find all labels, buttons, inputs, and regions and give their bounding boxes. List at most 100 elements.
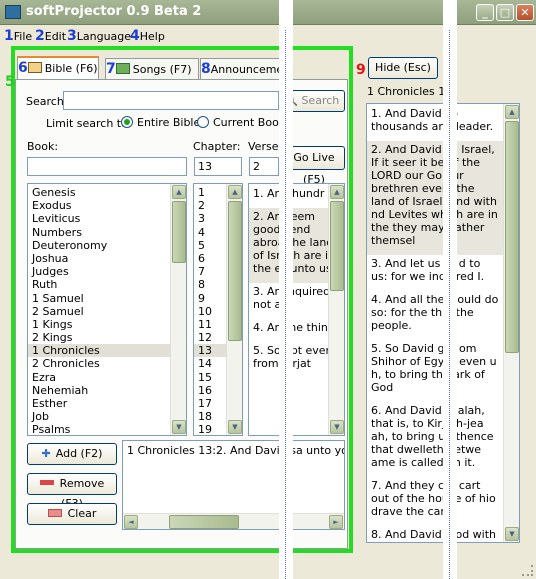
tab-announcements[interactable]: 8Announcemen xyxy=(200,58,282,79)
book-list-item[interactable]: Esther xyxy=(28,397,186,410)
annotation-number: 8 xyxy=(201,61,211,77)
book-input[interactable] xyxy=(27,157,187,176)
image-splice-strip xyxy=(279,0,293,579)
scroll-up-icon[interactable]: ▲ xyxy=(505,105,519,119)
radio-unchecked-icon xyxy=(197,116,209,128)
live-verse-scrollbar[interactable]: ▲ ▼ xyxy=(503,104,519,542)
chapter-list-scrollbar[interactable]: ▲ ▼ xyxy=(226,184,242,435)
minimize-button[interactable]: _ xyxy=(476,4,494,21)
live-verse-item[interactable]: 8. And David a od with all their might .… xyxy=(367,526,503,542)
annotation-number: 1 xyxy=(4,28,14,44)
menu-help-label: Help xyxy=(139,30,165,43)
scroll-up-icon[interactable]: ▲ xyxy=(330,185,344,199)
annotation-number: 3 xyxy=(67,28,77,44)
remove-button[interactable]: Remove (F3) xyxy=(27,473,117,510)
scroll-down-icon[interactable]: ▼ xyxy=(172,420,186,434)
hide-button[interactable]: Hide (Esc) xyxy=(368,57,438,79)
verse-preview-scrollbar[interactable]: ▲ ▼ xyxy=(328,184,344,435)
playlist-scrollbar[interactable]: ◄ ► xyxy=(123,513,344,529)
book-list-item[interactable]: Numbers xyxy=(28,226,186,239)
annotation-number: 4 xyxy=(130,28,140,44)
tab-announcements-label: Announcemen xyxy=(210,63,281,76)
scroll-left-icon[interactable]: ◄ xyxy=(124,515,138,529)
tab-bible[interactable]: 6 Bible (F6) xyxy=(17,56,99,79)
scroll-right-icon[interactable]: ► xyxy=(329,515,343,529)
book-list-item[interactable]: Exodus xyxy=(28,199,186,212)
live-verse-item[interactable]: 5. So David gat om Shihor of Egypt even … xyxy=(367,340,503,402)
chapter-label: Chapter: xyxy=(193,140,241,153)
image-splice-strip xyxy=(443,0,457,579)
menu-language[interactable]: 3Language xyxy=(67,28,131,44)
resize-grip[interactable] xyxy=(522,565,533,576)
book-list-item[interactable]: 2 Chronicles xyxy=(28,357,186,370)
menu-edit-label: Edit xyxy=(44,30,67,43)
book-list-item[interactable]: Genesis xyxy=(28,186,186,199)
menu-file-label: File xyxy=(13,30,33,43)
verse-preview-list[interactable]: 1. And hundr 2. An seem good send abroa t… xyxy=(248,183,345,436)
menu-help[interactable]: 4Help xyxy=(130,28,165,44)
book-list-item[interactable]: Psalms xyxy=(28,423,186,435)
clear-button[interactable]: Clear xyxy=(27,503,117,525)
menu-file[interactable]: 1File xyxy=(4,28,32,44)
scroll-thumb[interactable] xyxy=(505,121,519,353)
limit-search-label: Limit search to: xyxy=(46,117,132,130)
live-verse-item[interactable]: 1. And David co thousands and leader. xyxy=(367,105,503,141)
book-icon xyxy=(27,62,42,73)
chapter-list[interactable]: 1 2 3 4 5 6 7 8 9 10 11 12 13 14 15 16 17 18 19 ▲ ▼ xyxy=(193,183,243,436)
book-list-item[interactable]: 2 Kings xyxy=(28,331,186,344)
clear-button-label: Clear xyxy=(67,507,97,520)
book-list-item[interactable]: Judges xyxy=(28,265,186,278)
book-list-item[interactable]: Ruth xyxy=(28,278,186,291)
scroll-down-icon[interactable]: ▼ xyxy=(505,527,519,541)
book-list-item[interactable]: Leviticus xyxy=(28,212,186,225)
current-book-label: Current Book xyxy=(213,116,286,129)
book-list[interactable]: Genesis Exodus Leviticus Numbers Deuteronomy… xyxy=(27,183,187,436)
live-reference: 1 Chronicles 13 xyxy=(367,85,453,98)
add-button[interactable]: ✚ Add (F2) xyxy=(27,443,117,465)
book-list-scrollbar[interactable]: ▲ ▼ xyxy=(170,184,186,435)
search-label: Search: xyxy=(26,95,68,108)
book-list-item[interactable]: Joshua xyxy=(28,252,186,265)
scroll-thumb[interactable] xyxy=(172,201,186,263)
scroll-up-icon[interactable]: ▲ xyxy=(228,185,242,199)
playlist-item[interactable]: 1 Chronicles 13:2. And David sa unto you… xyxy=(127,444,344,457)
scroll-thumb[interactable] xyxy=(228,201,242,341)
current-book-radio[interactable]: Current Book xyxy=(197,116,285,129)
tab-songs-label: Songs (F7) xyxy=(132,63,192,76)
close-button[interactable]: ✕ xyxy=(516,4,534,21)
plus-icon: ✚ xyxy=(41,447,51,460)
book-list-item[interactable]: 1 Chronicles xyxy=(28,344,186,358)
scroll-up-icon[interactable]: ▲ xyxy=(172,185,186,199)
live-verse-item[interactable]: 4. And all the c ould do so: for the thi… xyxy=(367,291,503,340)
scroll-thumb[interactable] xyxy=(169,515,239,529)
playlist[interactable]: 1 Chronicles 13:2. And David sa unto you… xyxy=(122,440,345,530)
book-list-item[interactable]: 2 Samuel xyxy=(28,305,186,318)
book-list-item[interactable]: Ezra xyxy=(28,371,186,384)
book-list-items: Genesis Exodus Leviticus Numbers Deuteronomy… xyxy=(28,184,186,435)
scroll-down-icon[interactable]: ▼ xyxy=(330,420,344,434)
tab-bible-label: Bible (F6) xyxy=(44,62,98,75)
live-verse-item[interactable]: 7. And they car cart out of the house of… xyxy=(367,477,503,526)
maximize-button[interactable]: □ xyxy=(496,4,514,21)
eraser-icon xyxy=(47,509,62,517)
book-list-item[interactable]: Job xyxy=(28,410,186,423)
verse-input[interactable]: 2 xyxy=(249,157,279,176)
entire-bible-label: Entire Bible xyxy=(137,116,201,129)
book-list-item[interactable]: Deuteronomy xyxy=(28,239,186,252)
scroll-down-icon[interactable]: ▼ xyxy=(228,420,242,434)
entire-bible-radio[interactable]: Entire Bible xyxy=(121,116,200,129)
book-list-item[interactable]: 1 Kings xyxy=(28,318,186,331)
live-verse-item[interactable]: 6. And David w alah, that is, to Kirjath… xyxy=(367,402,503,477)
menu-edit[interactable]: 2Edit xyxy=(35,28,66,44)
book-list-item[interactable]: 1 Samuel xyxy=(28,292,186,305)
live-verse-item[interactable]: 3. And let us br d to us: for we inquire… xyxy=(367,255,503,291)
book-list-item[interactable]: Nehemiah xyxy=(28,384,186,397)
tab-songs[interactable]: 7 Songs (F7) xyxy=(105,58,199,79)
live-verse-item[interactable]: 2. And David sa Israel, If it seer it be… xyxy=(367,141,503,255)
music-icon xyxy=(115,63,130,74)
search-input[interactable] xyxy=(63,91,279,110)
verse-label: Verse: xyxy=(248,140,283,153)
chapter-input[interactable]: 13 xyxy=(194,157,242,176)
add-button-label: Add (F2) xyxy=(55,447,103,460)
scroll-thumb[interactable] xyxy=(330,201,344,291)
